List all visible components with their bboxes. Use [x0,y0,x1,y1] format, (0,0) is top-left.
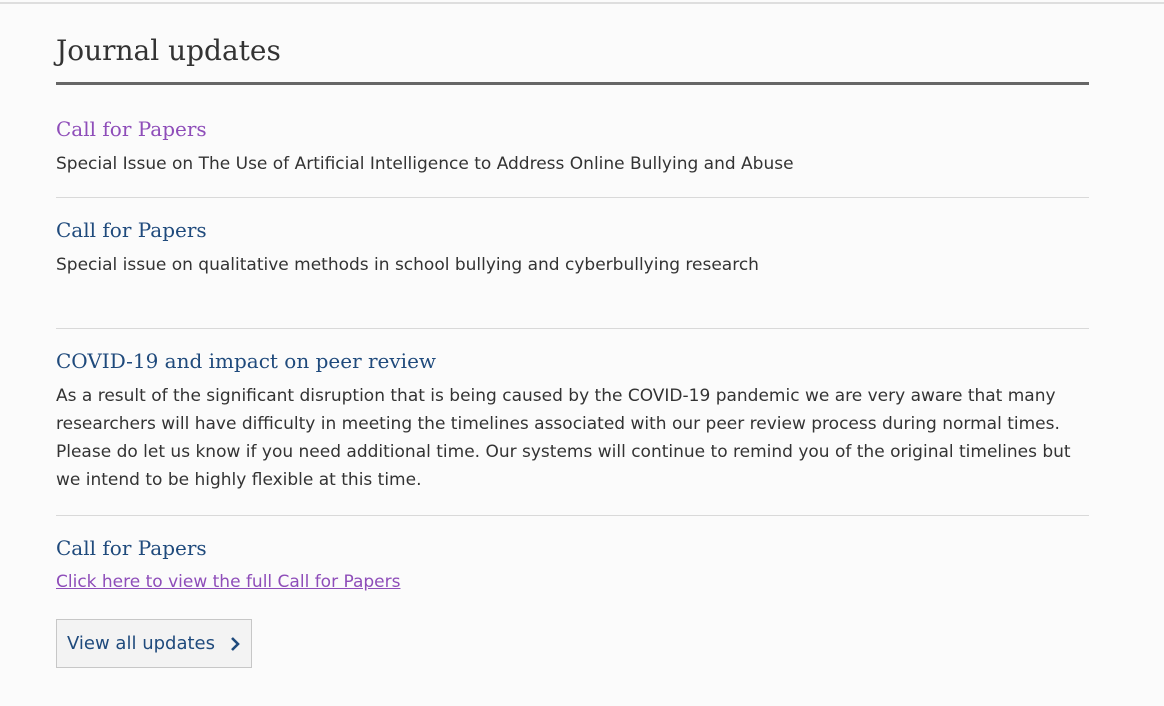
update-item: COVID-19 and impact on peer review As a … [56,329,1089,516]
update-item: Call for Papers Click here to view the f… [56,516,1089,606]
update-title-link[interactable]: Call for Papers [56,535,207,561]
update-description: Special issue on qualitative methods in … [56,255,759,275]
chevron-right-icon [229,636,241,652]
update-title-link[interactable]: COVID-19 and impact on peer review [56,348,436,374]
section-heading: Journal updates [56,0,1089,85]
full-call-for-papers-link[interactable]: Click here to view the full Call for Pap… [56,569,400,595]
update-item: Call for Papers Special issue on qualita… [56,198,1089,329]
update-title-link[interactable]: Call for Papers [56,116,207,142]
update-description: As a result of the significant disruptio… [56,386,1071,490]
update-item: Call for Papers Special Issue on The Use… [56,85,1089,198]
view-all-updates-label: View all updates [67,633,215,654]
view-all-updates-button[interactable]: View all updates [56,619,252,668]
journal-updates-panel: Journal updates Call for Papers Special … [56,0,1089,606]
update-description: Special Issue on The Use of Artificial I… [56,154,794,174]
update-title-link[interactable]: Call for Papers [56,217,207,243]
